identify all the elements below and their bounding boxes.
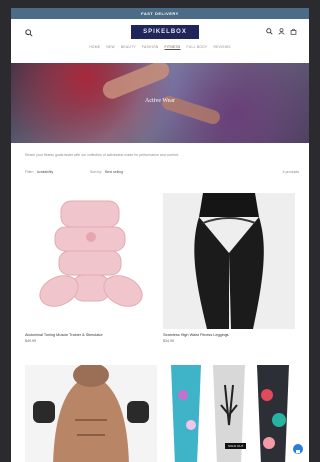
nav-item-fashion[interactable]: FASHION xyxy=(142,45,159,49)
product-card[interactable]: Abdominal Toning Muscle Trainer & Stimul… xyxy=(25,193,157,343)
site-header: SPIKELBOX HOME NEW BEAUTY FASHION FITNES… xyxy=(11,19,309,59)
sold-out-badge: SOLD OUT xyxy=(225,443,247,449)
product-card[interactable] xyxy=(25,365,157,462)
ems-trainer-image xyxy=(25,193,157,329)
account-icon[interactable] xyxy=(278,28,285,35)
nav-item-fitness[interactable]: FITNESS xyxy=(165,45,181,49)
product-image[interactable] xyxy=(25,365,157,462)
header-icons xyxy=(266,28,297,35)
collection-title: Active Wear xyxy=(145,98,175,104)
cart-icon[interactable] xyxy=(290,28,297,35)
leggings-image xyxy=(163,193,295,329)
product-count: 4 products xyxy=(282,170,299,174)
muscle-belt-image xyxy=(25,365,157,462)
sort-label: Sort by: xyxy=(90,170,103,174)
sort-select[interactable]: Sort by: Best selling xyxy=(90,170,123,174)
filter-value: Availability xyxy=(36,170,54,174)
chat-icon xyxy=(296,450,300,454)
product-card[interactable]: SOLD OUT xyxy=(163,365,295,462)
filter-availability[interactable]: Filter: Availability xyxy=(25,170,53,174)
search-icon[interactable] xyxy=(25,29,33,37)
product-price: $49.99 xyxy=(25,339,36,343)
nav-item-home[interactable]: HOME xyxy=(89,45,100,49)
product-card[interactable]: Seamless High Waist Fitness Leggings $34… xyxy=(163,193,295,343)
nav-item-reviews[interactable]: REVIEWS xyxy=(213,45,230,49)
sort-value: Best selling xyxy=(105,170,123,174)
nav-item-new[interactable]: NEW xyxy=(106,45,115,49)
page: FAST DELIVERY SPIKELBOX HOME NEW BEAUTY … xyxy=(11,8,309,462)
filter-bar: Filter: Availability Sort by: Best selling… xyxy=(11,168,309,178)
product-image[interactable]: SOLD OUT xyxy=(163,365,295,462)
search-icon[interactable] xyxy=(266,28,273,35)
announcement-bar: FAST DELIVERY xyxy=(11,8,309,19)
product-title[interactable]: Abdominal Toning Muscle Trainer & Stimul… xyxy=(25,333,157,337)
nav-item-full-body[interactable]: FULL BODY xyxy=(187,45,208,49)
product-image[interactable] xyxy=(25,193,157,329)
main-nav: HOME NEW BEAUTY FASHION FITNESS FULL BOD… xyxy=(11,45,309,49)
product-image[interactable] xyxy=(163,193,295,329)
hero-image-shape xyxy=(100,63,172,102)
nav-item-beauty[interactable]: BEAUTY xyxy=(121,45,136,49)
chat-button[interactable] xyxy=(293,444,303,454)
site-logo[interactable]: SPIKELBOX xyxy=(131,25,199,39)
collection-description: Reach your fitness goals faster with our… xyxy=(25,153,180,157)
product-price: $34.99 xyxy=(163,339,174,343)
collection-hero: Active Wear xyxy=(11,63,309,143)
product-title[interactable]: Seamless High Waist Fitness Leggings xyxy=(163,333,295,337)
filter-label: Filter: xyxy=(25,170,34,174)
